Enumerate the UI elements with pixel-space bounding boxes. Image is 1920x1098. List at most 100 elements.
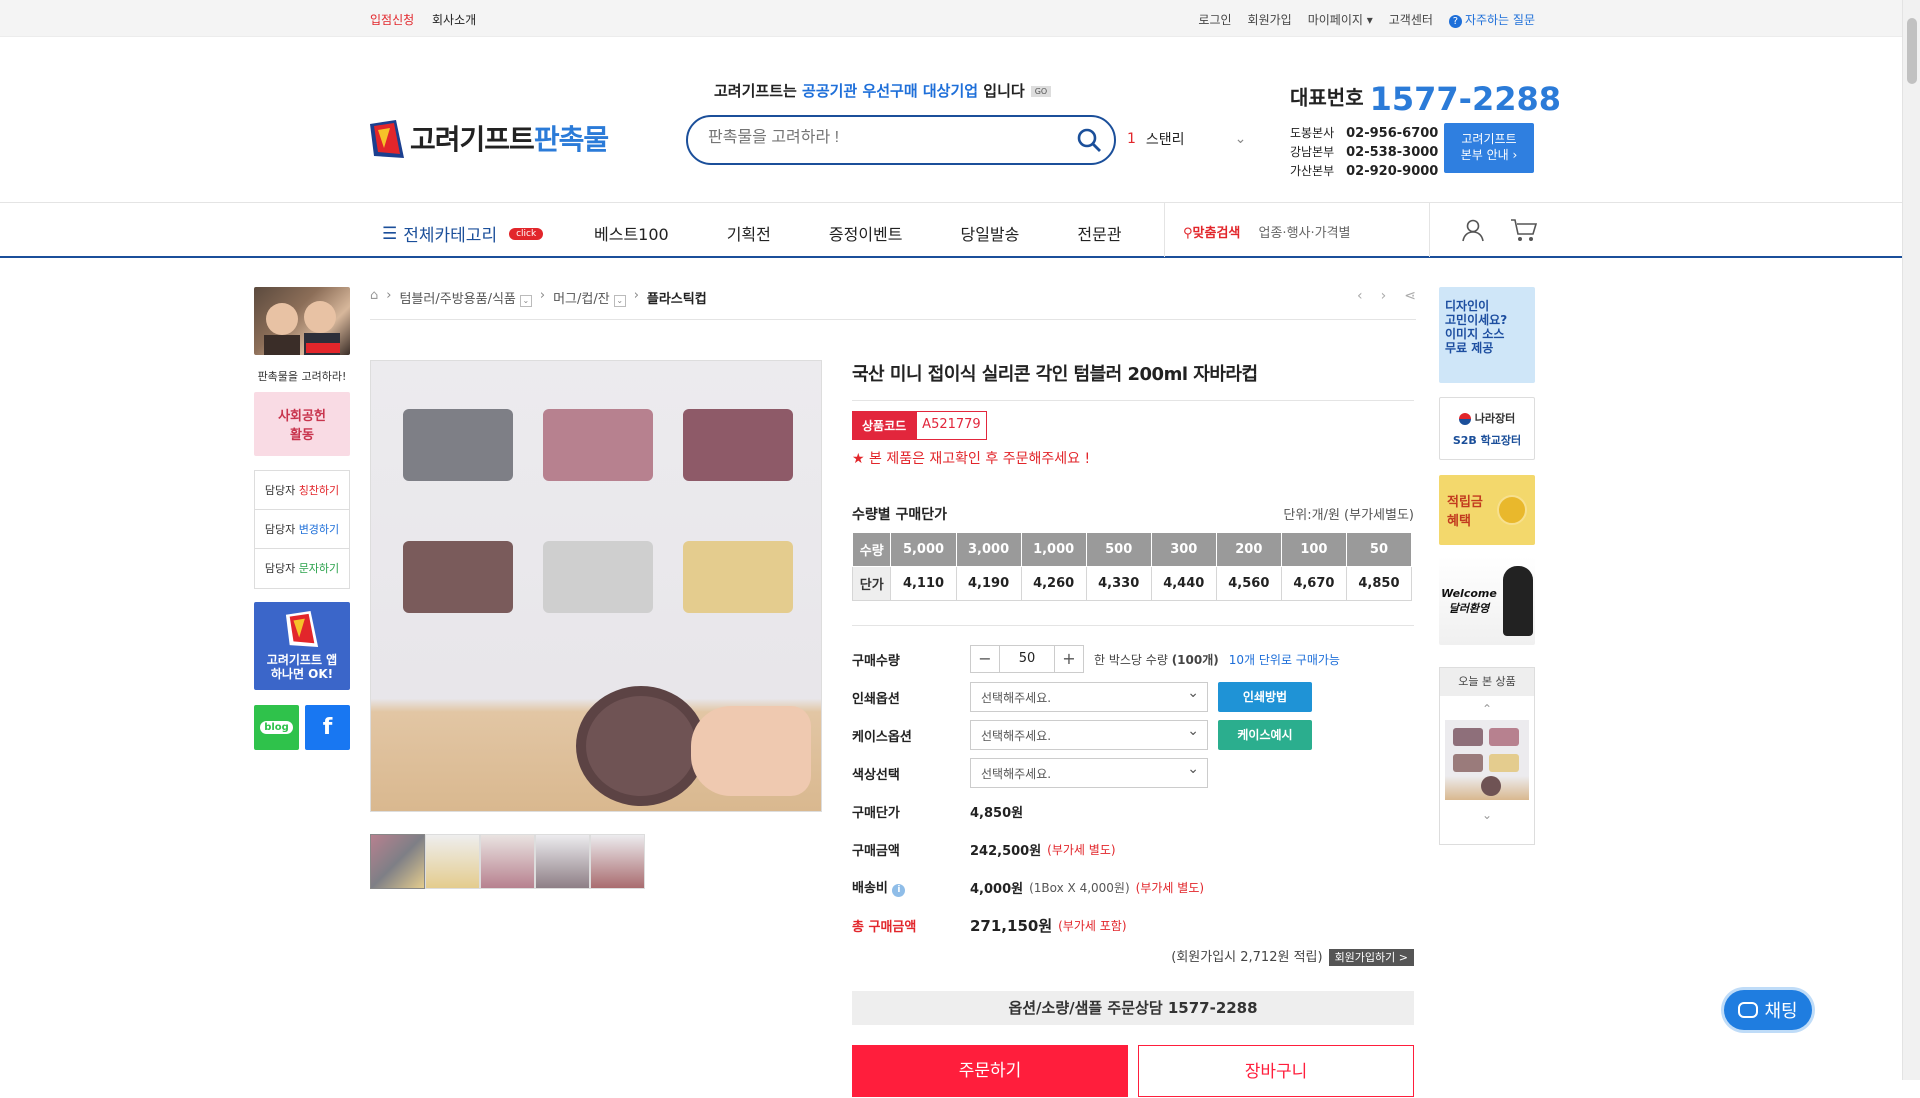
manager-change-link[interactable]: 담당자 변경하기: [255, 510, 349, 549]
case-example-button[interactable]: 케이스예시: [1218, 720, 1312, 750]
scrollbar-thumb[interactable]: [1907, 18, 1917, 84]
procurement-links-banner[interactable]: 나라장터 S2B 학교장터: [1439, 397, 1535, 460]
next-arrow-icon[interactable]: ›: [1381, 288, 1387, 304]
nav-item-exhibition[interactable]: 기획전: [727, 221, 771, 245]
quantity-label: 구매수량: [852, 653, 900, 669]
info-icon[interactable]: i: [892, 884, 906, 897]
chevron-down-icon[interactable]: ⌄: [1440, 808, 1534, 822]
case-option-select[interactable]: 선택해주세요.: [970, 720, 1208, 750]
qty-cell: 5,000: [890, 532, 957, 567]
company-intro-link[interactable]: 회사소개: [432, 13, 476, 27]
breadcrumb-item-tumbler[interactable]: 텀블러/주방용품/식품 ⌄: [399, 288, 532, 307]
nav-item-same-day[interactable]: 당일발송: [960, 221, 1019, 245]
minus-icon[interactable]: −: [971, 646, 999, 672]
amount-row: 구매금액 242,500원 (부가세 별도): [852, 830, 1414, 868]
plus-icon[interactable]: +: [1055, 646, 1083, 672]
vendor-apply-link[interactable]: 입점신청: [370, 13, 414, 27]
thumbnail-2[interactable]: [425, 834, 480, 889]
thumbnail-4[interactable]: [535, 834, 590, 889]
user-icon[interactable]: [1460, 217, 1486, 247]
breadcrumb-tools: ‹ › ⋖: [1357, 288, 1416, 304]
cup-mauve: [683, 409, 793, 481]
qty-header: 수량: [851, 532, 892, 567]
blog-icon[interactable]: blog: [254, 705, 299, 750]
faq-link[interactable]: ? 자주하는 질문: [1448, 11, 1535, 28]
cart-icon[interactable]: [1510, 217, 1538, 247]
manager-praise-link[interactable]: 담당자 칭찬하기: [255, 471, 349, 510]
breadcrumb-item-mug[interactable]: 머그/컵/잔 ⌄: [553, 288, 626, 307]
public-procurement-notice[interactable]: 고려기프트는 공공기관 우선구매 대상기업 입니다 GO: [714, 80, 1052, 101]
print-option-label: 인쇄옵션: [852, 691, 900, 707]
print-option-select[interactable]: 선택해주세요.: [970, 682, 1208, 712]
thumbnail-1[interactable]: [370, 834, 425, 889]
design-help-banner[interactable]: 디자인이 고민이세요? 이미지 소스 무료 제공: [1439, 287, 1535, 383]
chevron-down-icon[interactable]: ⌄: [519, 295, 532, 307]
naramarket-label: 나라장터: [1458, 410, 1515, 426]
qty-cell: 100: [1280, 532, 1347, 567]
custom-search[interactable]: ⚲맞춤검색 업종·행사·가격별: [1164, 203, 1430, 257]
popular-keyword-ticker[interactable]: 1 스탠리 ⌄: [1127, 129, 1246, 149]
go-badge[interactable]: GO: [1030, 86, 1052, 97]
rank-keyword: 스탠리: [1145, 132, 1185, 148]
case-option-row: 케이스옵션 선택해주세요. 케이스예시: [852, 716, 1414, 754]
search-icon: ⚲: [1183, 226, 1193, 241]
product-main-image[interactable]: [370, 360, 822, 812]
manager-sms-link[interactable]: 담당자 문자하기: [255, 549, 349, 588]
order-form: 구매수량 − 50 + 한 박스당 수량 (100개) 10개 단위로 구매가능…: [852, 625, 1414, 1097]
model-banner[interactable]: [254, 287, 350, 355]
price-cell: 4,110: [890, 566, 957, 601]
custom-search-hint: 업종·행사·가격별: [1258, 226, 1351, 241]
facebook-icon[interactable]: f: [305, 705, 350, 750]
join-button[interactable]: 회원가입하기 >: [1328, 949, 1414, 966]
vat-included-note: (부가세 포함): [1058, 918, 1127, 933]
nav-item-best100[interactable]: 베스트100: [594, 221, 669, 245]
quantity-input[interactable]: 50: [999, 646, 1055, 672]
app-download-banner[interactable]: 고려기프트 앱 하나면 OK!: [254, 602, 350, 690]
chevron-down-icon[interactable]: ⌄: [613, 295, 626, 307]
social-contribution-banner[interactable]: 사회공헌 활동: [254, 392, 350, 456]
consult-banner[interactable]: 옵션/소량/샘플 주문상담 1577-2288: [852, 991, 1414, 1025]
share-icon[interactable]: ⋖: [1404, 288, 1416, 304]
signup-link[interactable]: 회원가입: [1248, 11, 1292, 28]
prev-arrow-icon[interactable]: ‹: [1357, 288, 1363, 304]
coin-icon: [1497, 495, 1527, 525]
chevron-down-icon[interactable]: ⌄: [1235, 131, 1247, 147]
recently-viewed-title: 오늘 본 상품: [1440, 668, 1534, 696]
cart-button[interactable]: 장바구니: [1138, 1045, 1414, 1097]
customer-center-link[interactable]: 고객센터: [1389, 11, 1433, 28]
print-method-button[interactable]: 인쇄방법: [1218, 682, 1312, 712]
nav-item-event[interactable]: 증정이벤트: [829, 221, 903, 245]
mypage-link[interactable]: 마이페이지 ▾: [1308, 11, 1373, 28]
search-icon[interactable]: [1076, 127, 1102, 153]
amount-value: 242,500원: [970, 843, 1042, 859]
cup-brown: [403, 541, 513, 613]
vat-excluded-note: (부가세 별도): [1047, 842, 1116, 857]
price-unit-note: 단위:개/원 (부가세별도): [1283, 508, 1414, 523]
nav-item-specialty[interactable]: 전문관: [1077, 221, 1121, 245]
logo-mark-icon: [370, 120, 404, 158]
nav-menu: 베스트100 기획전 증정이벤트 당일발송 전문관: [594, 221, 1180, 245]
recent-product-thumbnail[interactable]: [1445, 720, 1529, 800]
chat-icon: [1738, 1002, 1759, 1018]
sns-links: blog f: [254, 705, 350, 750]
utility-right: 로그인 회원가입 마이페이지 ▾ 고객센터 ? 자주하는 질문: [1198, 11, 1535, 28]
welcome-banner[interactable]: Welcome 달러환영: [1439, 557, 1535, 645]
mileage-banner[interactable]: 적립금 혜택: [1439, 475, 1535, 545]
phone-number: 1577-2288: [1369, 80, 1562, 118]
search-input[interactable]: [708, 129, 1068, 147]
quantity-stepper: − 50 +: [970, 645, 1084, 673]
branch-guide-button[interactable]: 고려기프트 본부 안내 ›: [1444, 123, 1534, 173]
color-select[interactable]: 선택해주세요.: [970, 758, 1208, 788]
login-link[interactable]: 로그인: [1198, 11, 1231, 28]
all-category-button[interactable]: ☰ 전체카테고리 click: [382, 221, 544, 246]
order-button[interactable]: 주문하기: [852, 1045, 1128, 1097]
chat-button[interactable]: 채팅: [1724, 990, 1812, 1030]
page-scrollbar[interactable]: [1902, 0, 1920, 1080]
site-logo[interactable]: 고려기프트판촉물: [370, 118, 609, 158]
thumbnail-5[interactable]: [590, 834, 645, 889]
thumbnail-3[interactable]: [480, 834, 535, 889]
chevron-up-icon[interactable]: ⌃: [1440, 702, 1534, 716]
main-nav: ☰ 전체카테고리 click 베스트100 기획전 증정이벤트 당일발송 전문관…: [0, 202, 1902, 258]
price-cell: 4,260: [1020, 566, 1087, 601]
home-icon[interactable]: ⌂: [370, 288, 378, 303]
